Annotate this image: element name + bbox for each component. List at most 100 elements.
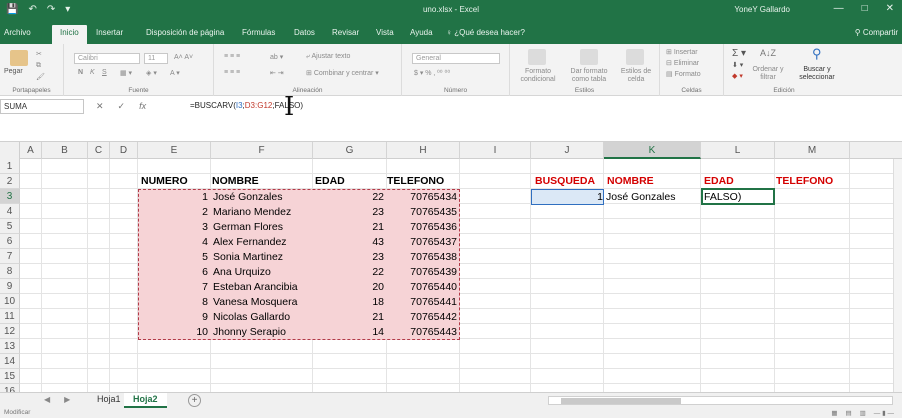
cell-telefono[interactable]: 70765443 <box>387 325 457 340</box>
cell-styles-button[interactable]: Estilos de celda <box>616 68 656 84</box>
orientation-icon[interactable]: ab ▾ <box>270 53 283 61</box>
fill-color-icon[interactable]: ◈ ▾ <box>146 69 157 77</box>
cell-edad[interactable]: 14 <box>313 325 384 340</box>
align-top-icon[interactable]: ≡ ≡ ≡ <box>224 53 240 60</box>
insert-cells-button[interactable]: ⊞ Insertar <box>666 48 698 56</box>
horizontal-scrollbar[interactable] <box>548 396 893 405</box>
cut-icon[interactable]: ✂ <box>36 50 42 58</box>
row-header-14[interactable]: 14 <box>0 354 20 369</box>
header-nombre[interactable]: NOMBRE <box>212 174 259 189</box>
row-header-13[interactable]: 13 <box>0 339 20 354</box>
copy-icon[interactable]: ⧉ <box>36 62 41 70</box>
header-numero[interactable]: NUMERO <box>141 174 188 189</box>
select-all-corner[interactable] <box>0 142 20 159</box>
cell-nombre[interactable]: Sonia Martinez <box>213 250 283 265</box>
conditional-format-icon[interactable] <box>528 49 546 65</box>
column-header-l[interactable]: L <box>701 142 775 159</box>
cell-telefono[interactable]: 70765436 <box>387 220 457 235</box>
cell-telefono[interactable]: 70765442 <box>387 310 457 325</box>
cell-nombre[interactable]: Jhonny Serapio <box>213 325 286 340</box>
wrap-text-button[interactable]: ⤶ Ajustar texto <box>306 53 350 61</box>
cell-numero[interactable]: 4 <box>138 235 208 250</box>
lookup-header-busqueda[interactable]: BUSQUEDA <box>535 174 595 189</box>
cell-numero[interactable]: 9 <box>138 310 208 325</box>
maximize-button[interactable]: □ <box>862 3 868 14</box>
column-header-m[interactable]: M <box>775 142 850 159</box>
vertical-scrollbar[interactable] <box>893 159 902 392</box>
delete-cells-button[interactable]: ⊟ Eliminar <box>666 59 699 67</box>
tab-insertar[interactable]: Insertar <box>96 28 123 37</box>
row-header-11[interactable]: 11 <box>0 309 20 324</box>
indent-icon[interactable]: ⇤ ⇥ <box>270 69 284 77</box>
tab-inicio[interactable]: Inicio <box>52 25 87 44</box>
underline-icon[interactable]: S <box>102 69 107 76</box>
user-name[interactable]: YoneY Gallardo <box>734 5 790 14</box>
header-edad[interactable]: EDAD <box>315 174 345 189</box>
lookup-header-nombre[interactable]: NOMBRE <box>607 174 654 189</box>
lookup-busqueda-value[interactable]: 1 <box>531 190 603 205</box>
cell-numero[interactable]: 2 <box>138 205 208 220</box>
column-header-g[interactable]: G <box>313 142 387 159</box>
column-header-c[interactable]: C <box>88 142 110 159</box>
cell-numero[interactable]: 10 <box>138 325 208 340</box>
cell-nombre[interactable]: Ana Urquizo <box>213 265 271 280</box>
sort-filter-icon[interactable]: A↓Z <box>760 48 776 58</box>
column-header-a[interactable]: A <box>20 142 42 159</box>
font-size-select[interactable]: 11 <box>144 53 168 64</box>
zoom-slider[interactable]: — ▮ — <box>874 409 894 417</box>
row-header-1[interactable]: 1 <box>0 159 20 174</box>
cell-numero[interactable]: 8 <box>138 295 208 310</box>
cell-nombre[interactable]: José Gonzales <box>213 190 282 205</box>
tab-archivo[interactable]: Archivo <box>4 28 31 37</box>
row-header-9[interactable]: 9 <box>0 279 20 294</box>
row-header-8[interactable]: 8 <box>0 264 20 279</box>
normal-view-icon[interactable]: ▦ <box>831 409 837 417</box>
row-header-12[interactable]: 12 <box>0 324 20 339</box>
column-header-h[interactable]: H <box>387 142 460 159</box>
cell-nombre[interactable]: Esteban Arancibia <box>213 280 298 295</box>
add-sheet-icon[interactable]: + <box>188 394 201 407</box>
sheet-tab-hoja2[interactable]: Hoja2 <box>124 393 167 408</box>
paste-button[interactable]: Pegar <box>4 68 23 75</box>
paste-icon[interactable] <box>10 50 28 66</box>
tab-formulas[interactable]: Fórmulas <box>242 28 275 37</box>
scroll-thumb[interactable] <box>561 398 681 404</box>
row-header-5[interactable]: 5 <box>0 219 20 234</box>
worksheet-grid[interactable]: ABCDEFGHIJKLM 12345678910111213141516 NU… <box>0 142 902 399</box>
lookup-nombre-value[interactable]: José Gonzales <box>606 190 675 205</box>
column-header-f[interactable]: F <box>211 142 313 159</box>
merge-center-button[interactable]: ⊞ Combinar y centrar ▾ <box>306 69 379 77</box>
cell-nombre[interactable]: German Flores <box>213 220 283 235</box>
row-header-4[interactable]: 4 <box>0 204 20 219</box>
minimize-button[interactable]: — <box>834 3 844 14</box>
row-header-15[interactable]: 15 <box>0 369 20 384</box>
cell-numero[interactable]: 7 <box>138 280 208 295</box>
clear-icon[interactable]: ◆ ▾ <box>732 72 743 80</box>
row-header-2[interactable]: 2 <box>0 174 20 189</box>
tab-vista[interactable]: Vista <box>376 28 394 37</box>
cell-edad[interactable]: 21 <box>313 220 384 235</box>
cell-telefono[interactable]: 70765437 <box>387 235 457 250</box>
cell-telefono[interactable]: 70765441 <box>387 295 457 310</box>
tab-disposicion[interactable]: Disposición de página <box>146 28 224 37</box>
font-color-icon[interactable]: A ▾ <box>170 69 180 77</box>
page-break-icon[interactable]: ▥ <box>860 409 866 417</box>
row-header-10[interactable]: 10 <box>0 294 20 309</box>
insert-function-icon[interactable]: fx <box>139 101 146 112</box>
header-telefono[interactable]: TELEFONO <box>387 174 444 189</box>
next-sheet-icon[interactable]: ▶ <box>64 395 70 404</box>
cancel-entry-icon[interactable]: ✕ <box>96 101 104 112</box>
cell-edad[interactable]: 22 <box>313 190 384 205</box>
column-header-e[interactable]: E <box>138 142 211 159</box>
italic-icon[interactable]: K <box>90 69 95 76</box>
column-header-b[interactable]: B <box>42 142 88 159</box>
column-header-j[interactable]: J <box>531 142 604 159</box>
cell-edad[interactable]: 23 <box>313 205 384 220</box>
lookup-header-edad[interactable]: EDAD <box>704 174 734 189</box>
conditional-format-button[interactable]: Formato condicional <box>516 68 560 84</box>
cell-telefono[interactable]: 70765438 <box>387 250 457 265</box>
cell-nombre[interactable]: Nicolas Gallardo <box>213 310 290 325</box>
column-header-i[interactable]: I <box>460 142 531 159</box>
sort-filter-button[interactable]: Ordenar y filtrar <box>750 66 786 82</box>
cell-telefono[interactable]: 70765439 <box>387 265 457 280</box>
